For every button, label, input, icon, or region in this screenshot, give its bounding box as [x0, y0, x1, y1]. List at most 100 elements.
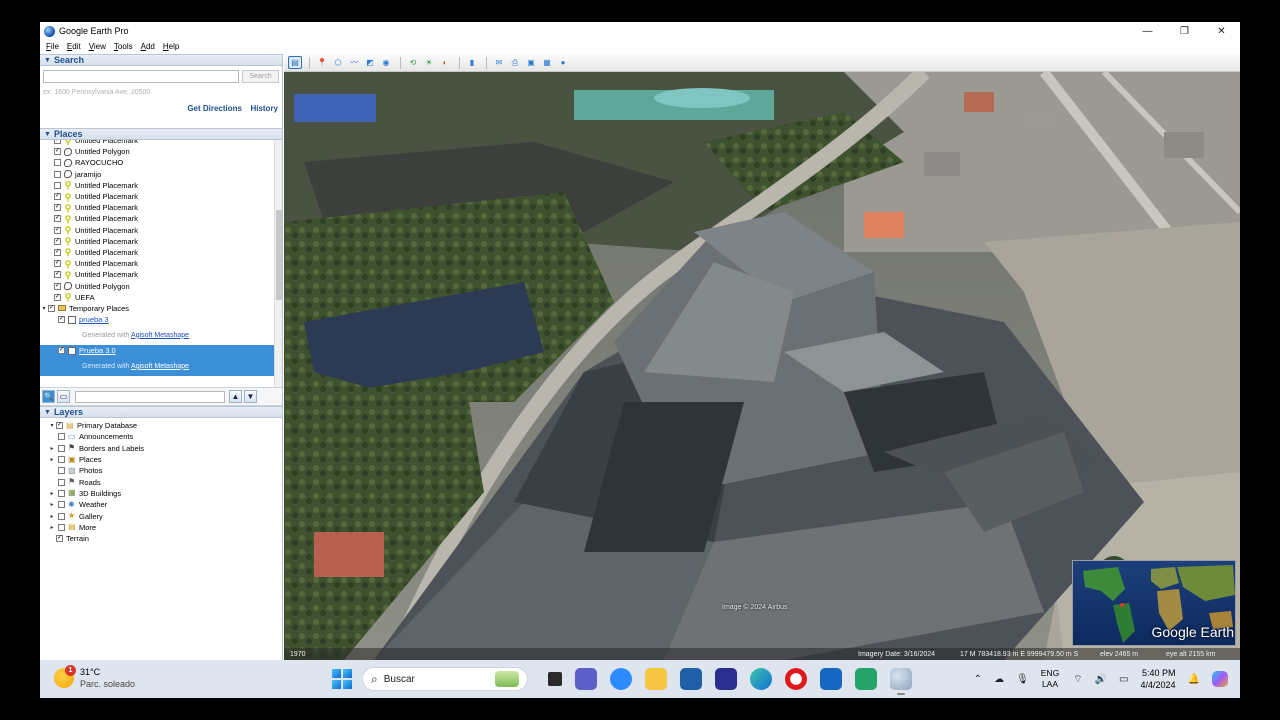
map-view[interactable]: Image © 2024 Airbus Google Earth 1970 Im…: [284, 72, 1240, 660]
onedrive-icon[interactable]: ☁: [994, 674, 1004, 685]
move-down-icon[interactable]: ▼: [244, 390, 257, 403]
places-item[interactable]: ✓ Untitled Polygon: [40, 146, 282, 157]
history-link[interactable]: History: [250, 104, 278, 113]
close-button[interactable]: ✕: [1203, 22, 1240, 40]
agisoft-metashape-icon[interactable]: [715, 668, 737, 690]
taskbar-search-box[interactable]: ⌕ Buscar: [362, 667, 528, 691]
sunlight-icon[interactable]: ☀: [422, 56, 436, 69]
places-item[interactable]: RAYOCUCHO: [40, 157, 282, 168]
save-image-icon[interactable]: ▣: [524, 56, 538, 69]
search-input[interactable]: [43, 70, 239, 83]
menu-file[interactable]: File: [46, 42, 59, 51]
menu-help[interactable]: Help: [163, 42, 179, 51]
microphone-icon[interactable]: 🎙: [1016, 674, 1029, 685]
search-places-icon[interactable]: 🔍: [42, 390, 55, 403]
layer-item[interactable]: ▭ Announcements: [40, 431, 282, 442]
places-item[interactable]: ✓ ⚲ UEFA: [40, 292, 282, 303]
layer-item[interactable]: ▾ ✓ ▤ Primary Database: [40, 420, 282, 431]
print-icon[interactable]: ⎙: [508, 56, 522, 69]
layer-checkbox[interactable]: ✓: [56, 535, 63, 543]
wifi-icon[interactable]: ⌔: [1073, 673, 1082, 686]
place-checkbox[interactable]: ✓: [58, 316, 65, 324]
layer-checkbox[interactable]: [58, 478, 65, 486]
places-item[interactable]: ✓ ⚲ Untitled Placemark: [40, 258, 282, 269]
email-icon[interactable]: ✉: [492, 56, 506, 69]
edge-browser-icon[interactable]: [750, 668, 772, 690]
menu-edit[interactable]: Edit: [67, 42, 81, 51]
layer-checkbox[interactable]: [58, 523, 65, 531]
volume-icon[interactable]: 🔊: [1095, 674, 1107, 685]
place-checkbox[interactable]: ✓: [54, 215, 61, 223]
layer-checkbox[interactable]: [58, 512, 65, 520]
place-checkbox[interactable]: ✓: [54, 293, 61, 301]
layer-item[interactable]: ▸ ▣ Places: [40, 454, 282, 465]
scrollbar-thumb[interactable]: [276, 210, 282, 300]
place-checkbox[interactable]: ✓: [54, 204, 61, 212]
menu-view[interactable]: View: [89, 42, 106, 51]
get-directions-link[interactable]: Get Directions: [187, 104, 242, 113]
notification-icon[interactable]: 🔔: [1188, 674, 1200, 685]
expand-arrow-icon[interactable]: ▸: [48, 513, 56, 520]
places-panel-header[interactable]: ▼ Places: [40, 128, 282, 140]
layer-checkbox[interactable]: [58, 467, 65, 475]
microsoft-store-icon[interactable]: [680, 668, 702, 690]
layer-checkbox[interactable]: [58, 444, 65, 452]
place-checkbox[interactable]: [54, 170, 61, 178]
place-checkbox[interactable]: ✓: [54, 237, 61, 245]
layer-item[interactable]: ▸ ✺ Weather: [40, 499, 282, 510]
places-scrollbar[interactable]: [274, 140, 282, 387]
model-name-link[interactable]: prueba 3: [79, 315, 109, 324]
place-checkbox[interactable]: ✓: [54, 226, 61, 234]
copilot-icon[interactable]: [1212, 671, 1228, 687]
places-item[interactable]: ✓ ⚲ Untitled Placemark: [40, 236, 282, 247]
expand-arrow-icon[interactable]: ▸: [48, 445, 56, 452]
earth-icon[interactable]: ●: [556, 56, 570, 69]
layer-checkbox[interactable]: [58, 489, 65, 497]
agisoft-metashape-link[interactable]: Agisoft Metashape: [131, 332, 189, 339]
minimize-button[interactable]: —: [1129, 22, 1166, 40]
sidebar-toggle-icon[interactable]: ▤: [288, 56, 302, 69]
outlook-icon[interactable]: [855, 668, 877, 690]
sidebar-panel-icon[interactable]: ▭: [57, 390, 70, 403]
layer-checkbox[interactable]: [58, 456, 65, 464]
expand-arrow-icon[interactable]: ▸: [48, 490, 56, 497]
layer-item[interactable]: ▸ ★ Gallery: [40, 510, 282, 521]
place-checkbox[interactable]: ✓: [54, 282, 61, 290]
place-checkbox[interactable]: [54, 181, 61, 189]
places-item[interactable]: jaramijo: [40, 169, 282, 180]
layer-checkbox[interactable]: ✓: [56, 422, 63, 430]
file-explorer-icon[interactable]: [645, 668, 667, 690]
expand-arrow-icon[interactable]: ▸: [48, 501, 56, 508]
place-checkbox[interactable]: ✓: [54, 271, 61, 279]
layer-item[interactable]: ▨ Photos: [40, 465, 282, 476]
layer-item[interactable]: ▸ ▤ More: [40, 522, 282, 533]
expand-arrow-icon[interactable]: ▾: [48, 422, 56, 429]
model-overlay-item[interactable]: ✓ prueba 3: [40, 314, 282, 325]
windows-start-icon[interactable]: [332, 669, 352, 689]
battery-icon[interactable]: ▭: [1119, 674, 1128, 685]
task-view-icon[interactable]: [548, 672, 562, 686]
menu-tools[interactable]: Tools: [114, 42, 133, 51]
layers-panel-header[interactable]: ▼ Layers: [40, 406, 282, 418]
places-item[interactable]: ✓ ⚲ Untitled Placemark: [40, 191, 282, 202]
mail-icon[interactable]: [820, 668, 842, 690]
place-checkbox[interactable]: ✓: [54, 260, 61, 268]
places-item[interactable]: ✓ ⚲ Untitled Placemark: [40, 269, 282, 280]
place-checkbox[interactable]: ✓: [54, 193, 61, 201]
model-overlay-item[interactable]: ✓ Prueba 3.0: [40, 345, 282, 357]
expand-arrow-icon[interactable]: ▸: [48, 456, 56, 463]
teams-chat-icon[interactable]: [575, 668, 597, 690]
layer-checkbox[interactable]: [58, 501, 65, 509]
places-item[interactable]: ✓ Untitled Polygon: [40, 280, 282, 291]
add-placemark-icon[interactable]: 📍: [315, 56, 329, 69]
move-up-icon[interactable]: ▲: [229, 390, 242, 403]
places-item[interactable]: ✓ ⚲ Untitled Placemark: [40, 247, 282, 258]
layer-item[interactable]: ▸ ⚑ Borders and Labels: [40, 443, 282, 454]
layer-item[interactable]: ⚑ Roads: [40, 476, 282, 487]
place-checkbox[interactable]: ✓: [54, 148, 61, 156]
places-filter-input[interactable]: [75, 390, 225, 403]
model-name-link[interactable]: Prueba 3.0: [79, 346, 116, 355]
clock[interactable]: 5:40 PM 4/4/2024: [1141, 667, 1176, 691]
place-checkbox[interactable]: ✓: [54, 140, 61, 145]
layer-item[interactable]: ▸ ▦ 3D Buildings: [40, 488, 282, 499]
